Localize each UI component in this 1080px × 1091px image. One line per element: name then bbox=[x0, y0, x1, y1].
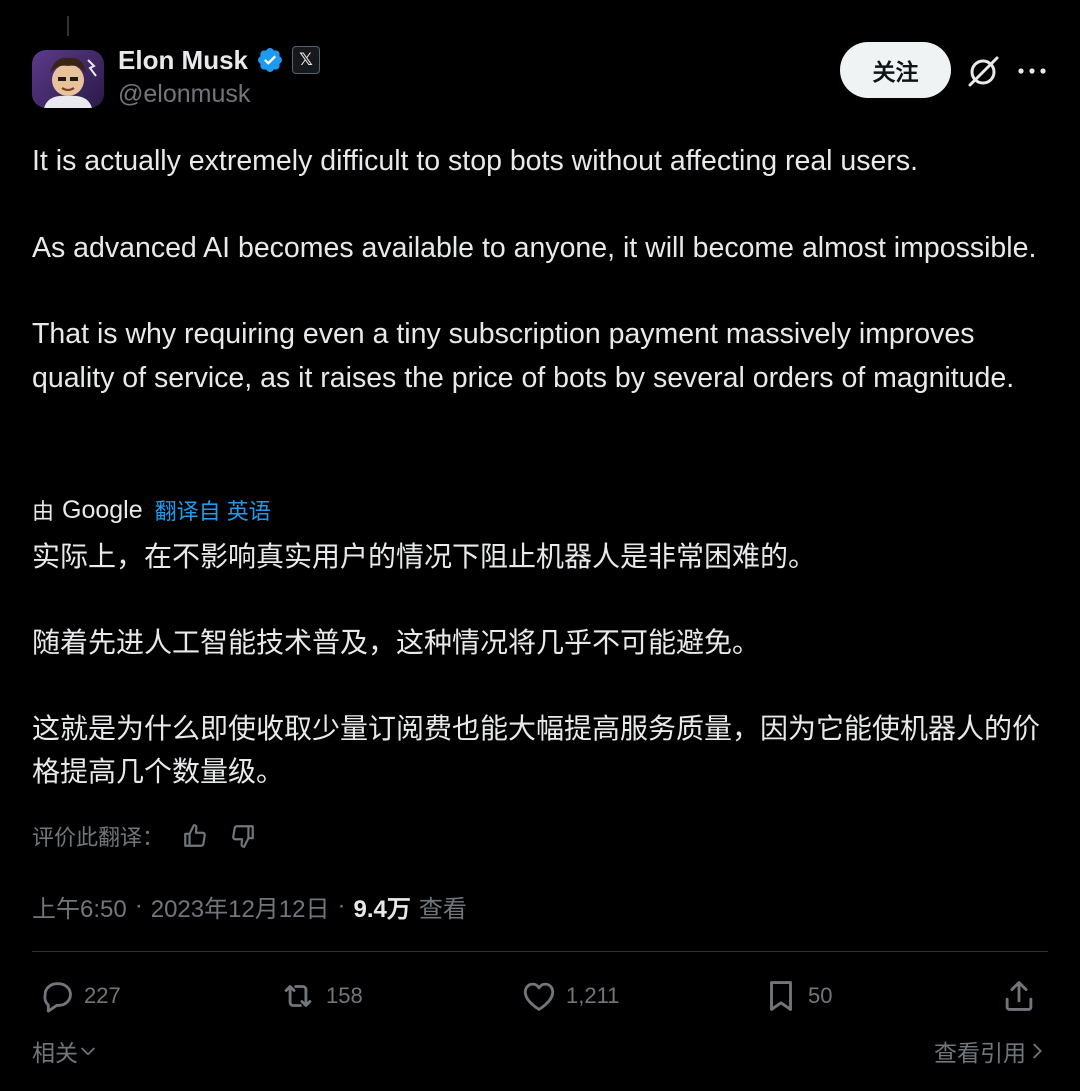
tweet-paragraph: That is why requiring even a tiny subscr… bbox=[32, 318, 1015, 394]
related-toggle[interactable]: 相关 bbox=[32, 1034, 98, 1068]
rate-translation: 评价此翻译： bbox=[32, 818, 278, 854]
tweet-time[interactable]: 上午6:50 bbox=[32, 889, 127, 924]
translated-paragraph: 随着先进人工智能技术普及，这种情况将几乎不可能避免。 bbox=[32, 627, 761, 658]
translated-paragraph: 实际上，在不影响真实用户的情况下阻止机器人是非常困难的。 bbox=[32, 541, 817, 572]
bookmark-button[interactable]: 50 bbox=[762, 970, 832, 1022]
tweet-paragraph: It is actually extremely difficult to st… bbox=[32, 145, 919, 177]
repost-button[interactable]: 158 bbox=[278, 970, 363, 1022]
affiliate-x-badge[interactable]: 𝕏 bbox=[292, 46, 321, 74]
bottom-row: 相关 查看引用 bbox=[32, 1030, 1048, 1074]
bookmark-count: 50 bbox=[808, 983, 833, 1008]
chevron-right-icon bbox=[1033, 1043, 1042, 1059]
translated-by-label: 由 bbox=[32, 499, 55, 524]
more-dots-icon[interactable] bbox=[1016, 66, 1048, 76]
heart-icon bbox=[523, 982, 555, 1011]
rate-translation-label: 评价此翻译： bbox=[32, 825, 165, 850]
reply-icon bbox=[43, 982, 72, 1013]
meta-separator: · bbox=[337, 892, 346, 919]
chevron-down-icon bbox=[81, 1047, 95, 1056]
thumbs-down-icon[interactable] bbox=[230, 823, 256, 849]
tweet-detail: Elon Musk 𝕏 @elonmusk 关注 It is actually … bbox=[0, 0, 1080, 1091]
grok-slash-icon[interactable] bbox=[964, 54, 1002, 88]
like-count: 1,211 bbox=[566, 983, 620, 1008]
repost-icon bbox=[284, 985, 312, 1007]
tweet-paragraph: As advanced AI becomes available to anyo… bbox=[32, 231, 1037, 264]
action-bar: 227 158 1,211 50 bbox=[32, 970, 1048, 1022]
like-button[interactable]: 1,211 bbox=[520, 970, 619, 1022]
follow-button[interactable]: 关注 bbox=[840, 42, 951, 98]
translated-paragraph: 这就是为什么即使收取少量订阅费也能大幅提高服务质量，因为它能使机器人的价格提高几… bbox=[32, 713, 1041, 787]
verified-badge-icon bbox=[258, 48, 282, 72]
translated-text: 实际上，在不影响真实用户的情况下阻止机器人是非常困难的。 随着先进人工智能技术普… bbox=[32, 535, 1052, 793]
translation-attribution: 由 Google 翻译自 英语 bbox=[32, 490, 271, 530]
author-handle[interactable]: @elonmusk bbox=[118, 80, 250, 109]
translated-from-link[interactable]: 翻译自 英语 bbox=[155, 494, 271, 526]
tweet-date[interactable]: 2023年12月12日 bbox=[151, 889, 330, 924]
reply-button[interactable]: 227 bbox=[38, 970, 121, 1022]
thumbs-up-icon[interactable] bbox=[182, 823, 208, 849]
author-name[interactable]: Elon Musk bbox=[118, 45, 248, 76]
view-quotes-link[interactable]: 查看引用 bbox=[934, 1034, 1048, 1068]
thread-line bbox=[67, 16, 69, 36]
divider bbox=[32, 951, 1048, 952]
repost-count: 158 bbox=[326, 983, 363, 1008]
reply-count: 227 bbox=[84, 983, 121, 1008]
bookmark-icon bbox=[770, 981, 792, 1011]
views-label: 查看 bbox=[418, 895, 467, 923]
view-quotes-label: 查看引用 bbox=[934, 1040, 1026, 1066]
avatar[interactable] bbox=[32, 50, 104, 108]
author-name-row[interactable]: Elon Musk 𝕏 bbox=[118, 42, 321, 78]
related-label: 相关 bbox=[32, 1040, 78, 1066]
views-count: 9.4万 bbox=[353, 895, 411, 923]
share-button[interactable] bbox=[1000, 970, 1046, 1022]
share-icon bbox=[1005, 981, 1033, 1011]
tweet-meta: 上午6:50 · 2023年12月12日 · 9.4万 查看 bbox=[32, 886, 467, 926]
google-logo: Google bbox=[62, 495, 143, 524]
tweet-text: It is actually extremely difficult to st… bbox=[32, 140, 1052, 400]
meta-separator: · bbox=[134, 892, 143, 919]
